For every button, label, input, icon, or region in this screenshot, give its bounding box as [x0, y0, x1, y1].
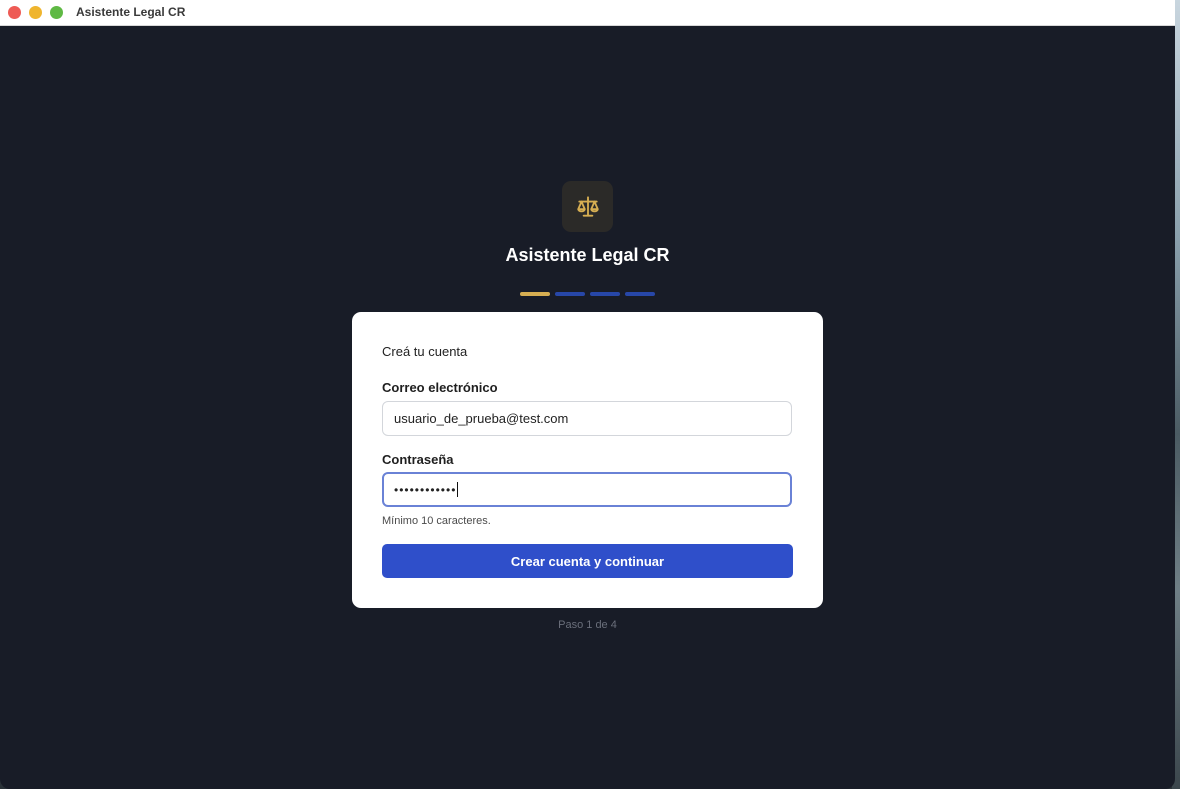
minimize-window-button[interactable]: [29, 6, 42, 19]
step-counter: Paso 1 de 4: [558, 619, 617, 631]
email-label: Correo electrónico: [382, 380, 498, 395]
title-bar: Asistente Legal CR: [0, 0, 1175, 26]
step-progress-indicator: [520, 292, 655, 296]
maximize-window-button[interactable]: [50, 6, 63, 19]
app-window: Asistente Legal CR Asistente Legal CR Cr…: [0, 0, 1175, 789]
email-field[interactable]: usuario_de_prueba@test.com: [382, 401, 792, 436]
create-account-button[interactable]: Crear cuenta y continuar: [382, 544, 793, 578]
password-hint: Mínimo 10 caracteres.: [382, 515, 491, 527]
scales-icon: [576, 195, 599, 217]
step-indicator-3: [590, 292, 620, 296]
password-field[interactable]: ••••••••••••: [382, 472, 792, 507]
step-indicator-4: [625, 292, 655, 296]
window-title: Asistente Legal CR: [76, 5, 186, 19]
close-window-button[interactable]: [8, 6, 21, 19]
step-indicator-1: [520, 292, 550, 296]
app-logo: [562, 181, 613, 232]
form-heading: Creá tu cuenta: [382, 344, 468, 359]
step-indicator-2: [555, 292, 585, 296]
password-label: Contraseña: [382, 452, 454, 467]
email-value: usuario_de_prueba@test.com: [394, 411, 569, 426]
password-value: ••••••••••••: [394, 482, 457, 497]
app-name-heading: Asistente Legal CR: [505, 245, 670, 265]
signup-card: Creá tu cuenta Correo electrónico usuari…: [352, 312, 823, 608]
text-caret: [457, 482, 459, 497]
